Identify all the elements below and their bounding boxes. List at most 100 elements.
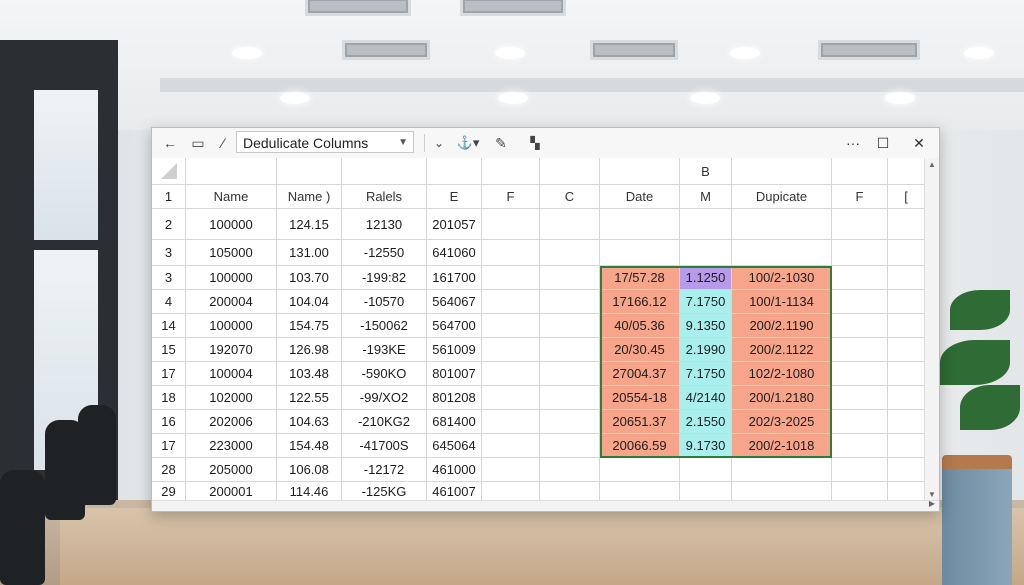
column-letter-header[interactable] xyxy=(427,158,482,185)
column-letter-header[interactable] xyxy=(342,158,427,185)
cell[interactable] xyxy=(482,209,540,240)
cell[interactable] xyxy=(482,362,540,386)
arrow-left-icon[interactable]: ← xyxy=(160,132,180,154)
panel-icon[interactable]: ▭ xyxy=(188,132,208,154)
cell[interactable] xyxy=(540,410,600,434)
cell[interactable]: 200/2.1190 xyxy=(732,314,832,338)
cell[interactable]: 202/3-2025 xyxy=(732,410,832,434)
cell[interactable] xyxy=(540,290,600,314)
cell[interactable] xyxy=(680,209,732,240)
cell[interactable] xyxy=(732,458,832,482)
cell[interactable] xyxy=(482,386,540,410)
maximize-button[interactable]: ☐ xyxy=(868,131,898,155)
cell[interactable]: 2.1550 xyxy=(680,410,732,434)
cell[interactable]: 122.55 xyxy=(277,386,342,410)
cell[interactable]: 114.46 xyxy=(277,482,342,501)
cell[interactable]: 1.1250 xyxy=(680,266,732,290)
cell[interactable] xyxy=(482,458,540,482)
column-letter-header[interactable] xyxy=(600,158,680,185)
row-number[interactable]: 15 xyxy=(152,338,186,362)
edit-icon[interactable]: ✎ xyxy=(492,132,510,154)
cell[interactable] xyxy=(482,434,540,458)
column-header[interactable]: Ralels xyxy=(342,185,427,209)
cell[interactable] xyxy=(888,338,925,362)
cell[interactable]: -41700S xyxy=(342,434,427,458)
cell[interactable] xyxy=(832,434,888,458)
column-letter-header[interactable] xyxy=(482,158,540,185)
row-number[interactable]: 1 xyxy=(152,185,186,209)
cell[interactable]: 201057 xyxy=(427,209,482,240)
column-letter-header[interactable] xyxy=(186,158,277,185)
cell[interactable]: 7.1750 xyxy=(680,290,732,314)
cell[interactable]: 100004 xyxy=(186,362,277,386)
row-number[interactable]: 2 xyxy=(152,209,186,240)
name-box[interactable]: Dedulicate Columns ▼ xyxy=(236,131,414,153)
cell[interactable]: 104.63 xyxy=(277,410,342,434)
column-header[interactable]: F xyxy=(832,185,888,209)
row-number[interactable]: 29 xyxy=(152,482,186,501)
cell[interactable]: -12550 xyxy=(342,240,427,266)
cell[interactable] xyxy=(540,314,600,338)
chevron-down-icon[interactable]: ⌄ xyxy=(430,132,448,154)
row-number[interactable]: 17 xyxy=(152,362,186,386)
cell[interactable] xyxy=(888,362,925,386)
scroll-down-icon[interactable]: ▼ xyxy=(925,490,939,499)
cell[interactable]: 100/2-1030 xyxy=(732,266,832,290)
cell[interactable]: -193KE xyxy=(342,338,427,362)
cell[interactable]: 223000 xyxy=(186,434,277,458)
column-header[interactable]: Name ) xyxy=(277,185,342,209)
cell[interactable]: -199:82 xyxy=(342,266,427,290)
cell[interactable]: 100000 xyxy=(186,209,277,240)
row-number[interactable]: 17 xyxy=(152,434,186,458)
cell[interactable]: 200004 xyxy=(186,290,277,314)
cell[interactable] xyxy=(888,386,925,410)
cell[interactable] xyxy=(888,266,925,290)
cell[interactable]: 7.1750 xyxy=(680,362,732,386)
minimize-button[interactable]: ··· xyxy=(838,131,868,155)
cell[interactable] xyxy=(482,482,540,501)
row-number[interactable]: 28 xyxy=(152,458,186,482)
cell[interactable]: 102000 xyxy=(186,386,277,410)
anchor-dropdown-icon[interactable]: ⚓▾ xyxy=(454,132,482,154)
cell[interactable]: 103.48 xyxy=(277,362,342,386)
cell[interactable]: 200001 xyxy=(186,482,277,501)
close-button[interactable]: ✕ xyxy=(904,131,934,155)
column-letter-header[interactable] xyxy=(540,158,600,185)
cell[interactable]: -150062 xyxy=(342,314,427,338)
cell[interactable] xyxy=(600,240,680,266)
cell[interactable]: -10570 xyxy=(342,290,427,314)
column-letter-header[interactable] xyxy=(732,158,832,185)
row-number[interactable]: 3 xyxy=(152,240,186,266)
cell[interactable]: 641060 xyxy=(427,240,482,266)
column-header[interactable]: M xyxy=(680,185,732,209)
cell[interactable]: 461007 xyxy=(427,482,482,501)
cell[interactable]: 104.04 xyxy=(277,290,342,314)
cell[interactable] xyxy=(482,266,540,290)
cell[interactable] xyxy=(888,290,925,314)
cell[interactable] xyxy=(832,362,888,386)
column-letter-header[interactable] xyxy=(832,158,888,185)
cell[interactable]: 103.70 xyxy=(277,266,342,290)
cell[interactable]: -12172 xyxy=(342,458,427,482)
cell[interactable] xyxy=(540,362,600,386)
cell[interactable]: 801007 xyxy=(427,362,482,386)
horizontal-scrollbar[interactable]: ▶ xyxy=(152,499,939,511)
layout-icon[interactable]: ▚ xyxy=(526,132,544,154)
cell[interactable] xyxy=(482,240,540,266)
cell[interactable]: 561009 xyxy=(427,338,482,362)
cell[interactable]: 205000 xyxy=(186,458,277,482)
cell[interactable]: 17/57.28 xyxy=(600,266,680,290)
cell[interactable] xyxy=(832,458,888,482)
select-all-corner[interactable] xyxy=(152,158,186,185)
cell[interactable] xyxy=(680,482,732,501)
cell[interactable] xyxy=(600,482,680,501)
cell[interactable]: 100000 xyxy=(186,266,277,290)
cell[interactable]: 126.98 xyxy=(277,338,342,362)
cell[interactable] xyxy=(540,240,600,266)
cell[interactable]: 9.1730 xyxy=(680,434,732,458)
cell[interactable]: 200/1.2180 xyxy=(732,386,832,410)
cell[interactable]: 645064 xyxy=(427,434,482,458)
cell[interactable]: 9.1350 xyxy=(680,314,732,338)
cell[interactable] xyxy=(888,434,925,458)
column-header[interactable]: Name xyxy=(186,185,277,209)
